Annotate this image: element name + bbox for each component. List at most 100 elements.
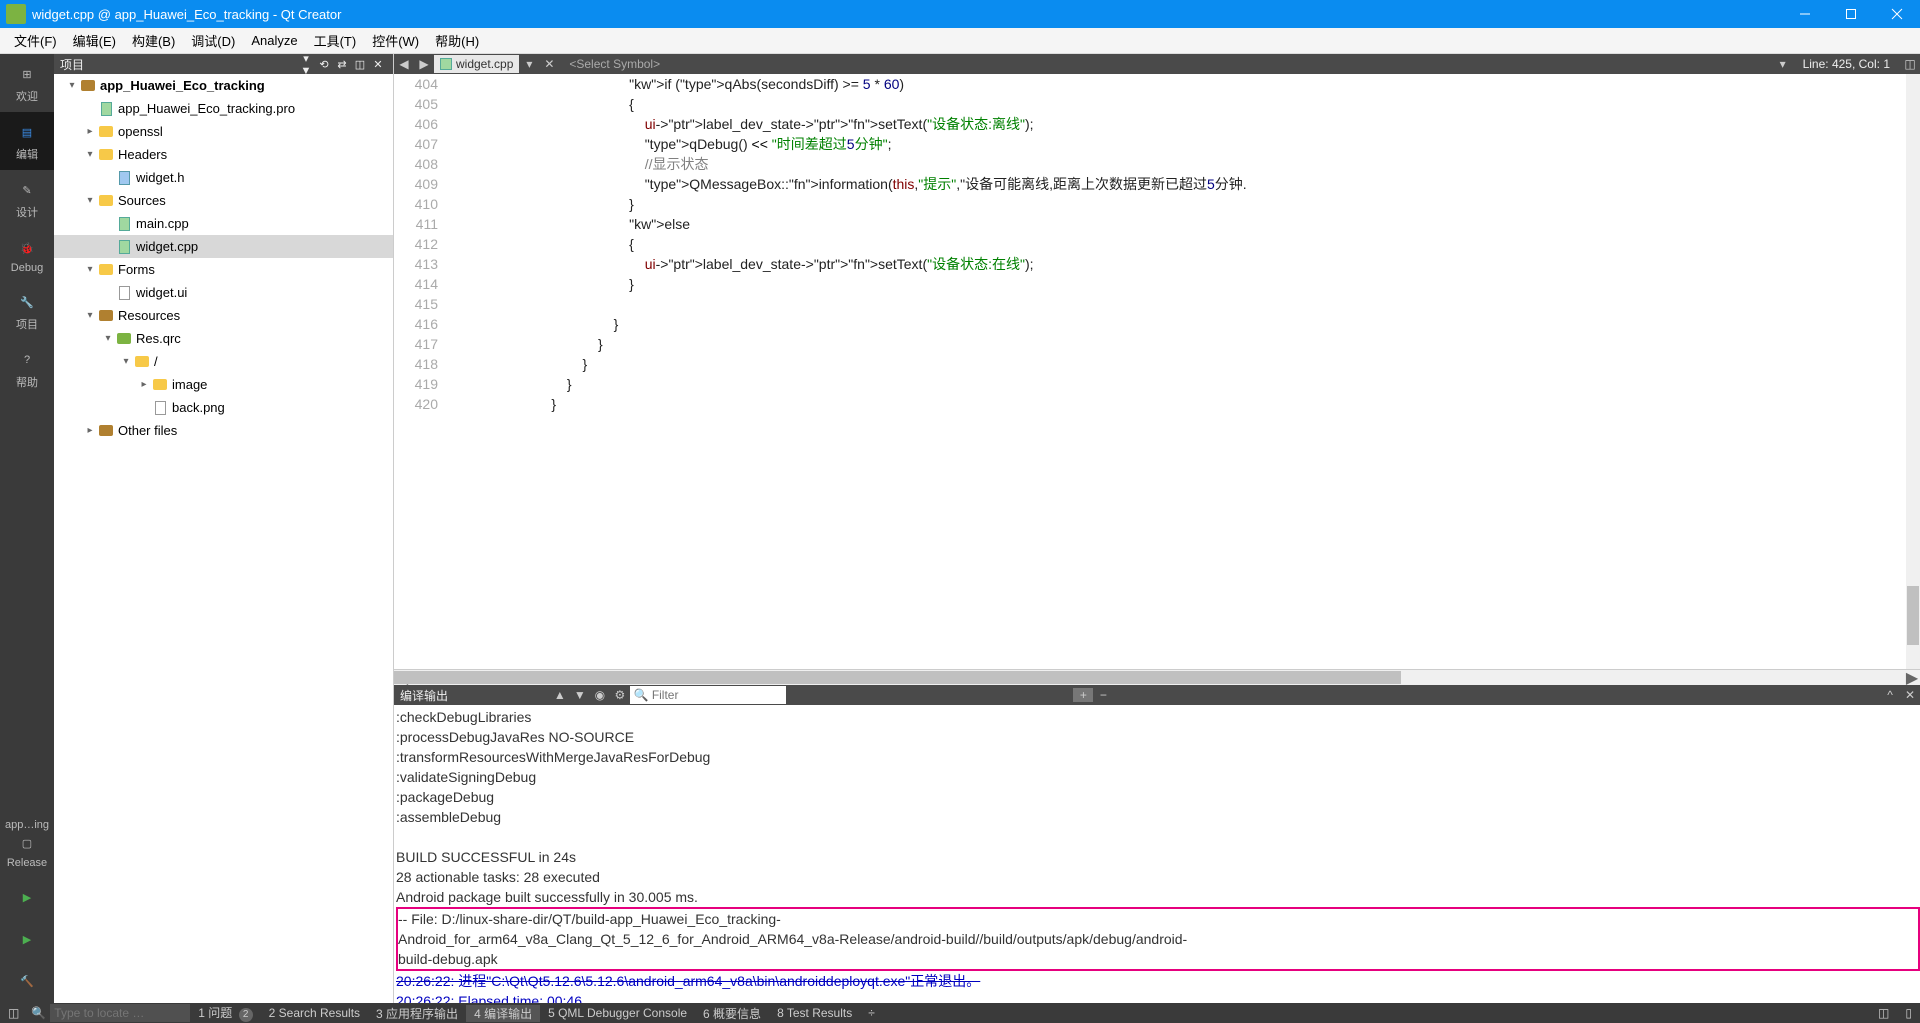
tab-dropdown-icon[interactable]: ▾ [519, 57, 539, 71]
status-sidebar-toggle-icon[interactable]: ◫ [1870, 1006, 1897, 1020]
nav-back-icon[interactable]: ◀ [394, 57, 414, 71]
code-line[interactable]: } [458, 394, 1906, 414]
sidebar-close-icon[interactable]: ✕ [369, 58, 387, 71]
tree-item[interactable]: widget.ui [54, 281, 393, 304]
status-search[interactable]: 2 Search Results [261, 1006, 368, 1020]
tree-item[interactable]: ▸openssl [54, 120, 393, 143]
output-maximize-icon[interactable]: ^ [1880, 688, 1900, 702]
tree-item[interactable]: back.png [54, 396, 393, 419]
editor-tab[interactable]: widget.cpp [434, 55, 519, 73]
line-col-indicator[interactable]: Line: 425, Col: 1 [1793, 57, 1900, 71]
chevron-icon[interactable]: ▾ [82, 264, 98, 275]
menu-file[interactable]: 文件(F) [6, 29, 65, 52]
menu-help[interactable]: 帮助(H) [427, 29, 487, 52]
rail-welcome[interactable]: ⊞ 欢迎 [0, 54, 54, 112]
code-line[interactable]: "kw">else [458, 214, 1906, 234]
status-issues[interactable]: 1 问题 2 [190, 1004, 260, 1022]
code-line[interactable] [458, 294, 1906, 314]
menu-build[interactable]: 构建(B) [124, 29, 183, 52]
editor-hscrollbar[interactable]: ◀ ▶ [394, 669, 1920, 685]
code-line[interactable]: } [458, 374, 1906, 394]
tree-item[interactable]: ▾Sources [54, 189, 393, 212]
code-line[interactable]: "type">qDebug() << "时间差超过5分钟"; [458, 134, 1906, 154]
code-line[interactable]: ui->"ptr">label_dev_state->"ptr">"fn">se… [458, 114, 1906, 134]
tree-item[interactable]: ▸Other files [54, 419, 393, 442]
output-stop-icon[interactable]: ◉ [590, 688, 610, 702]
menu-tools[interactable]: 工具(T) [306, 29, 365, 52]
rail-build-button[interactable]: 🔨 [0, 961, 54, 1003]
tree-item[interactable]: ▾Headers [54, 143, 393, 166]
code-line[interactable]: } [458, 274, 1906, 294]
code-line[interactable]: "kw">if ("type">qAbs(secondsDiff) >= 5 *… [458, 74, 1906, 94]
rail-edit[interactable]: ▤ 编辑 [0, 112, 54, 170]
rail-debug-run-button[interactable]: ▶ [0, 919, 54, 961]
split-icon[interactable]: ◫ [351, 58, 369, 71]
tree-item[interactable]: app_Huawei_Eco_tracking.pro [54, 97, 393, 120]
symbol-dropdown-icon[interactable]: ▾ [1773, 57, 1793, 71]
output-filter[interactable]: 🔍 [630, 686, 786, 704]
tree-item[interactable]: ▾Resources [54, 304, 393, 327]
status-overview[interactable]: 6 概要信息 [695, 1005, 769, 1022]
status-appout[interactable]: 3 应用程序输出 [368, 1005, 466, 1022]
tree-item[interactable]: ▾Res.qrc [54, 327, 393, 350]
compile-output[interactable]: :checkDebugLibraries:processDebugJavaRes… [394, 705, 1920, 1003]
minimize-button[interactable] [1782, 0, 1828, 28]
tree-item[interactable]: ▾/ [54, 350, 393, 373]
editor-vscrollbar[interactable] [1906, 74, 1920, 669]
status-tests[interactable]: 8 Test Results [769, 1006, 860, 1020]
output-down-icon[interactable]: ▼ [570, 688, 590, 702]
tree-item[interactable]: widget.h [54, 166, 393, 189]
code-line[interactable]: { [458, 94, 1906, 114]
output-up-icon[interactable]: ▲ [550, 688, 570, 702]
status-qml[interactable]: 5 QML Debugger Console [540, 1006, 695, 1020]
tree-item[interactable]: widget.cpp [54, 235, 393, 258]
chevron-icon[interactable]: ▾ [118, 356, 134, 367]
close-button[interactable] [1874, 0, 1920, 28]
rail-project[interactable]: 🔧 项目 [0, 282, 54, 340]
locator-input[interactable] [50, 1004, 190, 1022]
editor-split-icon[interactable]: ◫ [1900, 57, 1920, 71]
sync-icon[interactable]: ⟲ [315, 58, 333, 71]
code-line[interactable]: { [458, 234, 1906, 254]
zoom-in-icon[interactable]: + [1073, 688, 1093, 702]
rail-run-button[interactable]: ▶ [0, 877, 54, 919]
code-line[interactable]: } [458, 354, 1906, 374]
code-line[interactable]: "type">QMessageBox::"fn">information(thi… [458, 174, 1906, 194]
chevron-icon[interactable]: ▾ [64, 80, 80, 91]
output-close-icon[interactable]: ✕ [1900, 688, 1920, 702]
code-line[interactable]: ui->"ptr">label_dev_state->"ptr">"fn">se… [458, 254, 1906, 274]
rail-kit-selector[interactable]: app…ing ▢ Release [0, 811, 54, 877]
code-line[interactable]: //显示状态 [458, 154, 1906, 174]
output-settings-icon[interactable]: ⚙ [610, 688, 630, 702]
scroll-right-icon[interactable]: ▶ [1904, 670, 1920, 685]
tree-item[interactable]: ▾Forms [54, 258, 393, 281]
status-right-toggle-icon[interactable]: ▯ [1897, 1006, 1920, 1020]
nav-fwd-icon[interactable]: ▶ [414, 57, 434, 71]
chevron-icon[interactable]: ▸ [136, 379, 152, 390]
code-line[interactable]: } [458, 334, 1906, 354]
tab-close-icon[interactable]: ✕ [539, 57, 559, 71]
chevron-icon[interactable]: ▸ [82, 425, 98, 436]
rail-help[interactable]: ? 帮助 [0, 340, 54, 398]
code-line[interactable]: } [458, 194, 1906, 214]
status-compileout[interactable]: 4 编译输出 [466, 1005, 540, 1022]
menu-edit[interactable]: 编辑(E) [65, 29, 124, 52]
tree-item[interactable]: ▾app_Huawei_Eco_tracking [54, 74, 393, 97]
chevron-icon[interactable]: ▸ [82, 126, 98, 137]
status-more-icon[interactable]: ÷ [860, 1006, 883, 1020]
maximize-button[interactable] [1828, 0, 1874, 28]
symbol-selector[interactable]: <Select Symbol> [559, 57, 1772, 71]
rail-design[interactable]: ✎ 设计 [0, 170, 54, 228]
chevron-icon[interactable]: ▾ [82, 195, 98, 206]
zoom-out-icon[interactable]: − [1093, 688, 1113, 702]
filter-dropdown-icon[interactable]: ▾ ▼ [297, 52, 315, 77]
chevron-icon[interactable]: ▾ [100, 333, 116, 344]
tree-item[interactable]: ▸image [54, 373, 393, 396]
code-editor[interactable]: 4044054064074084094104114124134144154164… [394, 74, 1920, 669]
status-toggle-icon[interactable]: ◫ [0, 1006, 27, 1020]
menu-analyze[interactable]: Analyze [243, 31, 305, 50]
chevron-icon[interactable]: ▾ [82, 149, 98, 160]
menu-debug[interactable]: 调试(D) [183, 29, 243, 52]
rail-debug[interactable]: 🐞 Debug [0, 228, 54, 282]
link-icon[interactable]: ⇄ [333, 58, 351, 71]
